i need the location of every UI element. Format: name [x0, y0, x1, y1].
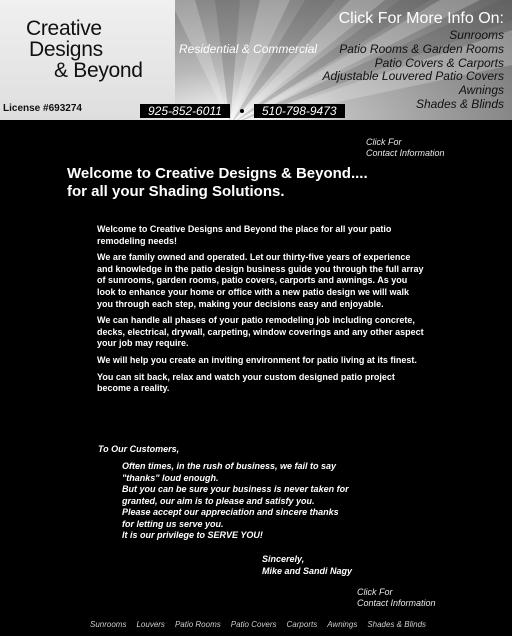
page-title: Welcome to Creative Designs & Beyond....… — [67, 165, 467, 201]
paragraph: We will help you create an inviting envi… — [97, 354, 417, 365]
footer-nav: Sunrooms Louvers Patio Rooms Patio Cover… — [90, 620, 426, 629]
header-banner: Creative Designs & Beyond License #69327… — [0, 0, 512, 120]
footer-link-shades-blinds[interactable]: Shades & Blinds — [367, 620, 426, 629]
footer-link-sunrooms[interactable]: Sunrooms — [90, 620, 126, 629]
customer-message: Often times, in the rush of business, we… — [122, 461, 422, 542]
paragraph: We are family owned and operated. Let ou… — [97, 252, 424, 309]
contact-link-line-1: Click For — [357, 587, 393, 597]
message-line: granted, our aim is to please and satisf… — [122, 495, 315, 506]
footer-link-carports[interactable]: Carports — [287, 620, 318, 629]
logo-line-3: & Beyond — [54, 59, 143, 82]
message-line: But you can be sure your business is nev… — [122, 484, 349, 494]
page-title-line-1: Welcome to Creative Designs & Beyond.... — [67, 165, 368, 182]
footer-link-patio-covers[interactable]: Patio Covers — [231, 620, 277, 629]
tagline: Residential & Commercial — [179, 42, 318, 56]
service-link-sunrooms[interactable]: Sunrooms — [323, 28, 504, 43]
service-link-patio-rooms[interactable]: Patio Rooms & Garden Rooms — [323, 42, 504, 57]
service-link-louvered-covers[interactable]: Adjustable Louvered Patio Covers — [323, 70, 504, 84]
footer-link-awnings[interactable]: Awnings — [327, 620, 357, 629]
message-line: "thanks" loud enough. — [122, 472, 219, 483]
message-line: It is our privilege to SERVE YOU! — [122, 530, 263, 540]
phone-bar: 925-852-6011 510-798-9473 — [140, 104, 345, 118]
intro-text: Welcome to Creative Designs and Beyond t… — [97, 224, 427, 400]
customer-greeting: To Our Customers, — [98, 444, 180, 454]
contact-link-line-1: Click For — [366, 137, 402, 147]
message-line: for letting us serve you. — [122, 518, 224, 529]
contact-link-line-2: Contact Information — [357, 598, 436, 608]
service-link-patio-covers[interactable]: Patio Covers & Carports — [323, 56, 504, 71]
bullet-separator — [239, 109, 244, 113]
message-line: Often times, in the rush of business, we… — [122, 461, 337, 471]
contact-link-line-2: Contact Information — [366, 148, 445, 158]
message-line: Please accept our appreciation and since… — [122, 507, 339, 517]
service-link-shades-blinds[interactable]: Shades & Blinds — [323, 97, 504, 112]
footer-link-louvers[interactable]: Louvers — [136, 620, 164, 629]
service-links: Sunrooms Patio Rooms & Garden Rooms Pati… — [323, 28, 504, 112]
signoff-text: Sincerely, — [262, 554, 305, 564]
signoff: Sincerely, Mike and Sandi Nagy — [262, 553, 352, 577]
phone-number-1: 925-852-6011 — [140, 104, 230, 118]
page-title-line-2: for all your Shading Solutions. — [67, 183, 285, 200]
company-logo[interactable]: Creative Designs & Beyond — [26, 18, 143, 81]
signature-names: Mike and Sandi Nagy — [262, 566, 353, 576]
contact-link-bottom[interactable]: Click For Contact Information — [357, 587, 436, 609]
service-link-awnings[interactable]: Awnings — [323, 83, 504, 98]
logo-line-2: Designs — [29, 38, 103, 61]
logo-line-1: Creative — [26, 17, 102, 40]
paragraph: We can handle all phases of your patio r… — [97, 315, 424, 349]
footer-link-patio-rooms[interactable]: Patio Rooms — [175, 620, 221, 629]
more-info-title: Click For More Info On: — [338, 10, 504, 27]
phone-number-2: 510-798-9473 — [253, 104, 345, 118]
license-number: License #693274 — [3, 103, 82, 114]
paragraph: Welcome to Creative Designs and Beyond t… — [97, 224, 392, 246]
contact-link-top[interactable]: Click For Contact Information — [366, 137, 445, 159]
paragraph: You can sit back, relax and watch your c… — [97, 371, 395, 394]
